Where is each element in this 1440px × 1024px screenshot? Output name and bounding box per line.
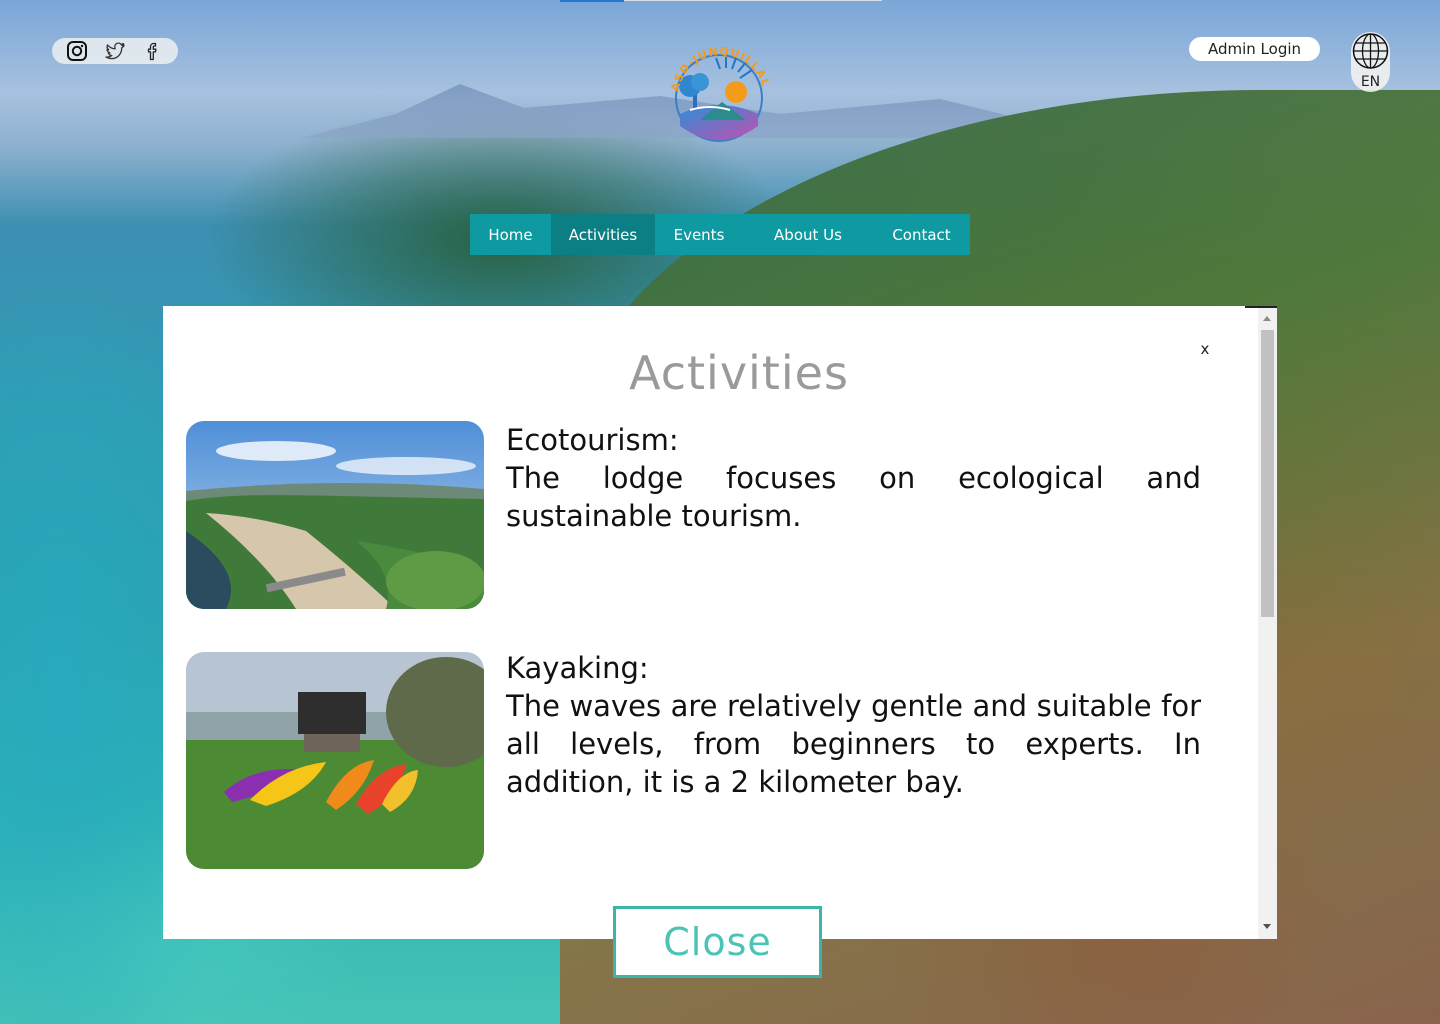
top-progress-track (624, 0, 882, 1)
scrollbar-top-edge (1245, 306, 1277, 308)
modal-title: Activities (629, 346, 849, 400)
scroll-down-arrow-icon[interactable] (1263, 924, 1271, 929)
social-links (52, 38, 178, 64)
admin-login-button[interactable]: Admin Login (1189, 37, 1320, 61)
ecotourism-text-block: Ecotourism: The lodge focuses on ecologi… (506, 421, 1201, 535)
nav-about-us[interactable]: About Us (743, 214, 873, 255)
page: ASD-JUNQUILLAL Admin Login EN Home Activ… (0, 0, 1440, 1024)
main-nav: Home Activities Events About Us Contact (470, 214, 970, 255)
ecotourism-heading: Ecotourism: (506, 423, 679, 457)
nav-events[interactable]: Events (655, 214, 743, 255)
top-progress-indicator (560, 0, 624, 2)
kayaking-text-block: Kayaking: The waves are relatively gentl… (506, 649, 1201, 801)
modal-scrollbar[interactable] (1258, 306, 1277, 939)
activities-modal: x Activities Ecotourism: The lodge focus… (163, 306, 1277, 939)
modal-close-button[interactable]: Close (613, 906, 822, 978)
scroll-up-arrow-icon[interactable] (1263, 316, 1271, 321)
scrollbar-thumb[interactable] (1261, 330, 1274, 617)
ecotourism-image (186, 421, 484, 609)
language-selector[interactable]: EN (1351, 32, 1390, 92)
ecotourism-description: The lodge focuses on ecological and sust… (506, 461, 1201, 533)
nav-home[interactable]: Home (470, 214, 551, 255)
kayaking-heading: Kayaking: (506, 651, 649, 685)
kayaking-description: The waves are relatively gentle and suit… (506, 689, 1201, 799)
site-logo[interactable]: ASD-JUNQUILLAL (660, 36, 778, 154)
twitter-icon[interactable] (104, 40, 126, 62)
instagram-icon[interactable] (66, 40, 88, 62)
globe-icon (1351, 32, 1390, 74)
kayaking-image (186, 652, 484, 869)
nav-contact[interactable]: Contact (873, 214, 970, 255)
nav-activities[interactable]: Activities (551, 214, 655, 255)
language-code: EN (1360, 74, 1381, 90)
facebook-icon[interactable] (142, 40, 164, 62)
